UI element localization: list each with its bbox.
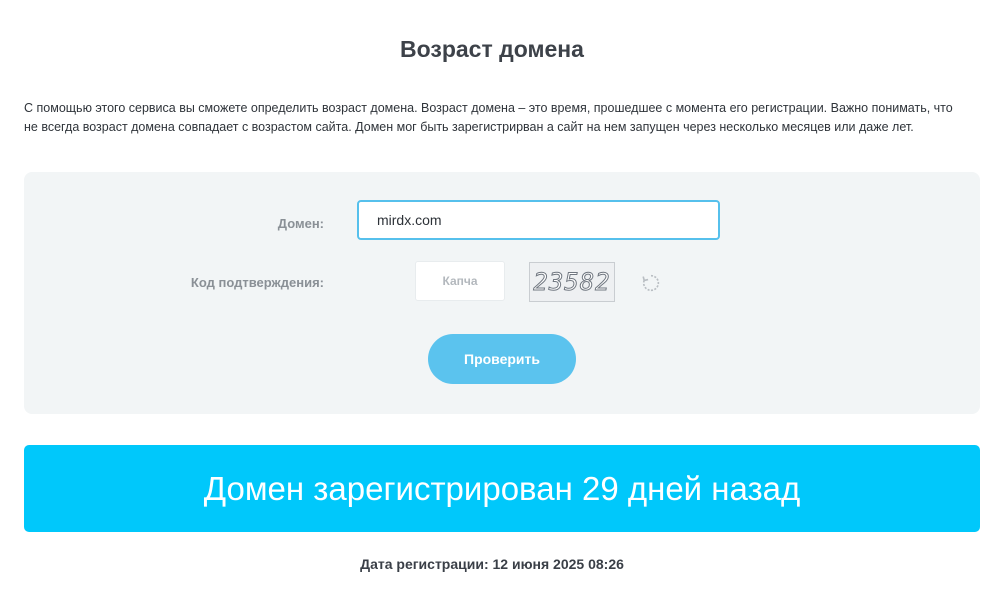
domain-age-form: Домен: Код подтверждения: 23582 Проверит… <box>24 172 980 414</box>
domain-input[interactable] <box>357 200 720 240</box>
captcha-image: 23582 <box>529 262 615 302</box>
result-text: Домен зарегистрирован 29 дней назад <box>203 469 801 507</box>
refresh-icon[interactable] <box>640 272 662 294</box>
result-banner: Домен зарегистрирован 29 дней назад <box>24 445 980 532</box>
registration-date: Дата регистрации: 12 июня 2025 08:26 <box>360 556 624 572</box>
captcha-image-text: 23582 <box>533 268 611 297</box>
page: Возраст домена С помощью этого сервиса в… <box>0 0 984 596</box>
check-button[interactable]: Проверить <box>428 334 576 384</box>
intro-text: С помощью этого сервиса вы сможете опред… <box>24 101 953 134</box>
domain-label: Домен: <box>277 216 324 231</box>
captcha-label: Код подтверждения: <box>190 275 324 290</box>
page-title: Возраст домена <box>400 36 584 62</box>
captcha-input[interactable] <box>415 261 505 301</box>
